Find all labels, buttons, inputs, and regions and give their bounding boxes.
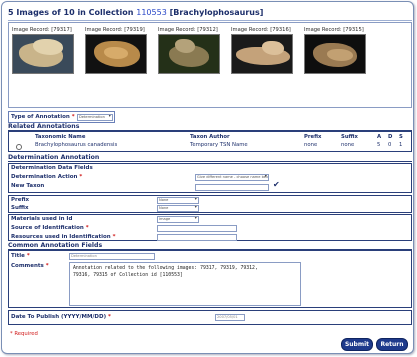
source-label: Source of Identification * bbox=[11, 225, 89, 231]
thumbnail-item[interactable]: Image Record: [79312] bbox=[158, 27, 222, 74]
comments-label: Comments * bbox=[11, 263, 49, 269]
new-taxon-input[interactable] bbox=[195, 184, 269, 191]
col-a: A bbox=[377, 134, 382, 140]
determination-action-select[interactable]: Give different name - choose name below bbox=[195, 174, 269, 181]
common-fields-box: Title * Determination Comments * Annotat… bbox=[8, 250, 412, 308]
determination-heading: Determination Annotation bbox=[8, 154, 100, 161]
annotation-window: 5 Images of 10 in Collection 110553 [Bra… bbox=[1, 1, 414, 354]
prefix-suffix-box: Prefix None Suffix None bbox=[8, 195, 412, 213]
row-d: 0 bbox=[388, 142, 392, 148]
date-input[interactable]: 2007/05/01 bbox=[215, 314, 245, 321]
related-annotations-heading: Related Annotations bbox=[8, 123, 80, 130]
thumbnail-item[interactable]: Image Record: [79315] bbox=[304, 27, 368, 74]
thumbnail-item[interactable]: Image Record: [79319] bbox=[85, 27, 149, 74]
thumbnail-item[interactable]: Image Record: [79316] bbox=[231, 27, 295, 74]
materials-select[interactable]: Image bbox=[157, 216, 199, 223]
thumbnail-caption: Image Record: [79312] bbox=[158, 27, 218, 33]
determination-action-label: Determination Action * bbox=[11, 174, 83, 180]
title-prefix: 5 Images of 10 in Collection bbox=[8, 8, 134, 17]
title-label: Title * bbox=[11, 253, 30, 259]
thumbnail-strip: Image Record: [79317] Image Record: [793… bbox=[8, 22, 412, 108]
type-of-annotation-label: Type of Annotation * bbox=[11, 114, 75, 120]
annotation-select-radio[interactable] bbox=[16, 144, 22, 150]
col-d: D bbox=[388, 134, 393, 140]
new-taxon-label: New Taxon bbox=[11, 183, 45, 189]
fossil-image[interactable] bbox=[304, 34, 366, 74]
row-a: 5 bbox=[377, 142, 381, 148]
col-prefix: Prefix bbox=[304, 134, 322, 140]
date-label: Date To Publish (YYYY/MM/DD) * bbox=[11, 314, 111, 320]
row-taxon-author: Temporary TSN Name bbox=[190, 142, 248, 148]
prefix-select[interactable]: None bbox=[157, 197, 199, 204]
common-fields-heading: Common Annotation Fields bbox=[8, 242, 103, 249]
col-suffix: Suffix bbox=[341, 134, 358, 140]
row-taxonomic-name: Brachylophosaurus canadensis bbox=[35, 142, 118, 148]
col-s: S bbox=[399, 134, 403, 140]
source-input[interactable] bbox=[157, 225, 237, 232]
row-suffix: none bbox=[341, 142, 355, 148]
type-of-annotation-select[interactable]: Determination bbox=[77, 114, 113, 121]
thumbnail-caption: Image Record: [79315] bbox=[304, 27, 364, 33]
thumbnail-item[interactable]: Image Record: [79317] bbox=[12, 27, 76, 74]
submit-button[interactable]: Submit bbox=[341, 338, 373, 351]
resources-label: Resources used in Identification * bbox=[11, 234, 116, 240]
suffix-select[interactable]: None bbox=[157, 205, 199, 212]
fossil-image[interactable] bbox=[12, 34, 74, 74]
determination-data-fields-label: Determination Data Fields bbox=[11, 165, 93, 171]
thumbnail-caption: Image Record: [79319] bbox=[85, 27, 145, 33]
required-note: * Required bbox=[10, 331, 38, 337]
collection-link[interactable]: 110553 bbox=[136, 8, 167, 17]
determination-fields-box: Determination Data Fields Determination … bbox=[8, 163, 412, 193]
row-prefix: none bbox=[304, 142, 318, 148]
thumbnail-caption: Image Record: [79316] bbox=[231, 27, 291, 33]
title-taxon: [Brachylophosaurus] bbox=[169, 8, 264, 17]
materials-label: Materials used in Id bbox=[11, 216, 73, 222]
row-s: 1 bbox=[399, 142, 403, 148]
comments-textarea[interactable]: Annotation related to the following imag… bbox=[69, 262, 301, 306]
fossil-image[interactable] bbox=[158, 34, 220, 74]
thumbnail-caption: Image Record: [79317] bbox=[12, 27, 72, 33]
fossil-image[interactable] bbox=[85, 34, 147, 74]
col-taxonomic-name: Taxonomic Name bbox=[35, 134, 86, 140]
related-annotations-table: Taxonomic Name Taxon Author Prefix Suffi… bbox=[8, 131, 412, 152]
resources-input[interactable] bbox=[157, 234, 237, 241]
col-taxon-author: Taxon Author bbox=[190, 134, 230, 140]
taxon-valid-check-icon: ✔ bbox=[273, 180, 280, 189]
page-title: 5 Images of 10 in Collection 110553 [Bra… bbox=[8, 8, 263, 17]
fossil-image[interactable] bbox=[231, 34, 293, 74]
date-box: Date To Publish (YYYY/MM/DD) * 2007/05/0… bbox=[8, 310, 412, 325]
type-of-annotation-box: Type of Annotation * Determination bbox=[8, 111, 115, 123]
prefix-label: Prefix bbox=[11, 197, 30, 203]
identification-box: Materials used in Id Image Source of Ide… bbox=[8, 214, 412, 241]
title-divider bbox=[8, 20, 412, 21]
determination-divider bbox=[8, 161, 412, 162]
title-input[interactable]: Determination bbox=[69, 253, 155, 260]
suffix-label: Suffix bbox=[11, 205, 29, 211]
return-button[interactable]: Return bbox=[376, 338, 408, 351]
